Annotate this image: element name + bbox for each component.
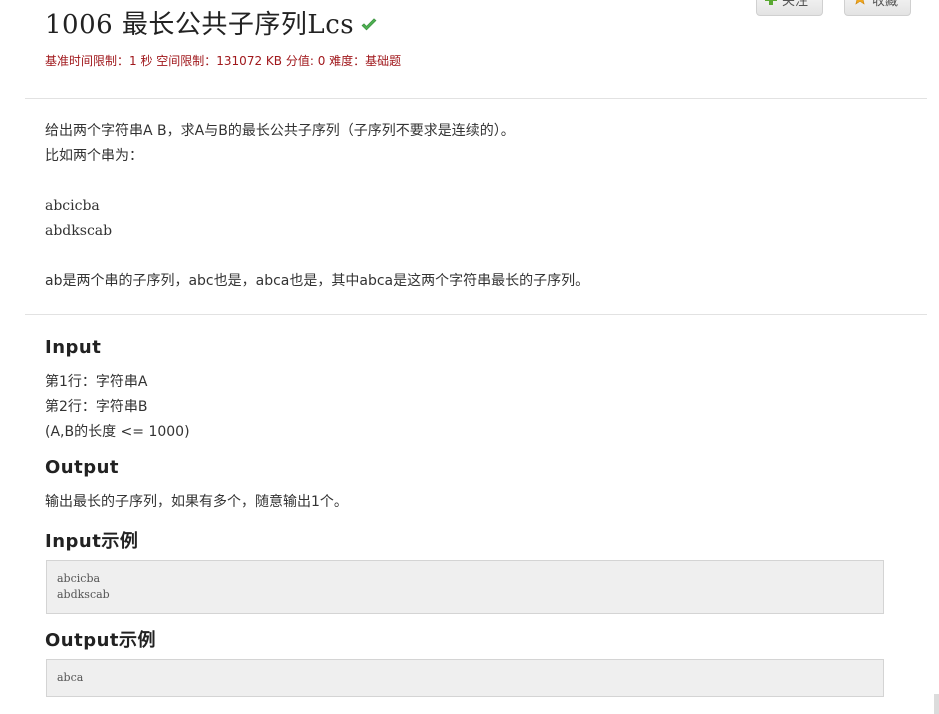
code-line: abdkscab [57,588,110,601]
description-line: 给出两个字符串A B，求A与B的最长公共子序列（子序列不要求是连续的）。 [45,123,515,139]
output-description: 输出最长的子序列，如果有多个，随意输出1个。 [45,490,348,515]
collect-label: 收藏 [872,0,899,9]
output-line: 输出最长的子序列，如果有多个，随意输出1个。 [45,494,348,510]
input-example-heading: Input示例 [45,531,139,552]
input-heading: Input [45,337,102,358]
input-description: 第1行：字符串A 第2行：字符串B (A,B的长度 <= 1000) [45,370,190,445]
description-line: 比如两个串为： [45,148,143,164]
plus-icon [765,0,777,9]
input-line: (A,B的长度 <= 1000) [45,424,190,440]
description-line: abdkscab [45,223,113,239]
output-heading: Output [45,457,120,478]
code-line: abca [57,671,84,684]
problem-meta: 基准时间限制：1 秒 空间限制：131072 KB 分值: 0 难度：基础题 [45,52,401,69]
input-line: 第1行：字符串A [45,374,148,390]
collect-button[interactable]: 收藏 [844,0,911,16]
output-example-heading: Output示例 [45,630,157,651]
input-example-box: abcicba abdkscab [46,560,884,614]
input-line: 第2行：字符串B [45,399,148,415]
follow-label: 关注 [782,0,809,9]
code-line: abcicba [57,572,101,585]
title-row: 1006 最长公共子序列Lcs [45,4,378,41]
follow-button[interactable]: 关注 [756,0,823,16]
scrollbar[interactable] [934,694,939,714]
score: 分值: 0 [285,54,326,68]
problem-description: 给出两个字符串A B，求A与B的最长公共子序列（子序列不要求是连续的）。 比如两… [45,119,589,294]
problem-page: 关注 收藏 1006 最长公共子序列Lcs 基准时间限制：1 秒 空间限制：13… [0,0,939,714]
time-limit: 基准时间限制：1 秒 [45,54,153,68]
page-title: 1006 最长公共子序列Lcs [45,10,355,40]
memory-limit: 空间限制：131072 KB [156,54,283,68]
description-line: abcicba [45,198,100,214]
divider [25,314,927,315]
difficulty: 难度：基础题 [329,54,402,68]
divider [25,98,927,99]
description-line: ab是两个串的子序列，abc也是，abca也是，其中abca是这两个字符串最长的… [45,273,590,289]
star-icon [853,0,867,9]
check-icon [360,16,378,34]
output-example-box: abca [46,659,884,697]
